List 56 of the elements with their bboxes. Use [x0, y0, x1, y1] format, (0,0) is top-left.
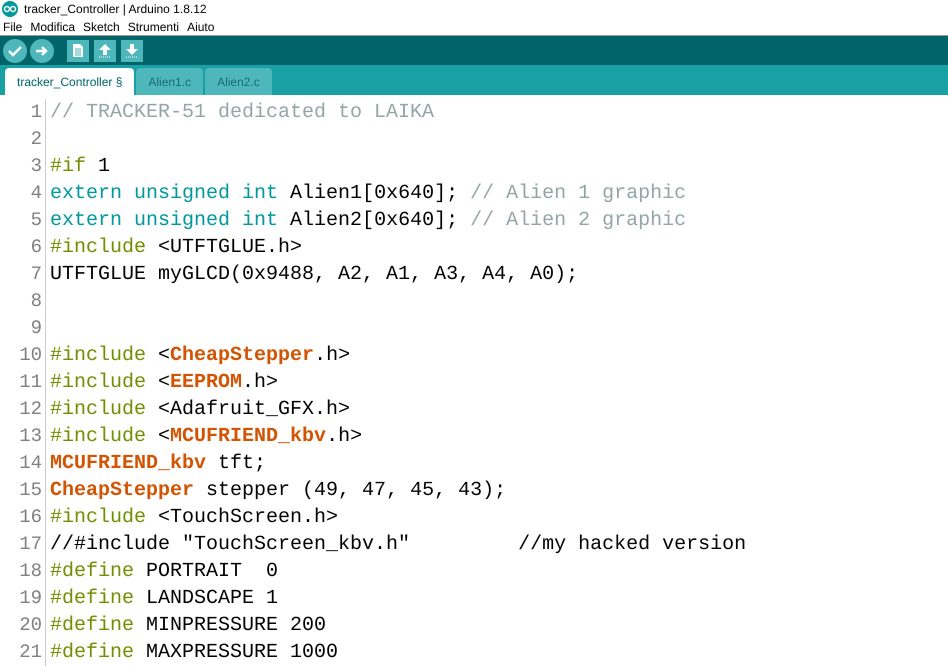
code-line: #include <CheapStepper.h>	[49, 344, 350, 367]
line-number: 5	[0, 207, 46, 234]
line-number: 7	[0, 261, 46, 288]
upload-button[interactable]	[30, 38, 54, 63]
new-button[interactable]	[67, 40, 89, 62]
line-number: 18	[0, 558, 46, 585]
menu-item[interactable]: Sketch	[83, 20, 120, 34]
menu-item[interactable]: Strumenti	[128, 20, 180, 34]
code-line: #include <Adafruit_GFX.h>	[49, 398, 350, 421]
download-arrow-icon	[125, 43, 139, 58]
document-icon	[72, 43, 84, 58]
line-number: 4	[0, 180, 46, 207]
open-button[interactable]	[94, 40, 116, 62]
upload-arrow-icon	[98, 43, 112, 58]
code-line: #define LANDSCAPE 1	[49, 587, 278, 610]
menu-item[interactable]: File	[3, 20, 22, 34]
code-line: #define MAXPRESSURE 1000	[49, 641, 338, 664]
window-title: tracker_Controller | Arduino 1.8.12	[24, 2, 207, 16]
line-number: 11	[0, 369, 46, 396]
file-tab[interactable]: tracker_Controller §	[5, 68, 134, 95]
line-number: 9	[0, 315, 46, 342]
line-number: 17	[0, 531, 46, 558]
arrow-right-icon	[35, 44, 49, 57]
code-line: //#include "TouchScreen_kbv.h" //my hacked version	[49, 533, 746, 556]
line-number: 1	[0, 99, 46, 126]
code-line: UTFTGLUE myGLCD(0x9488, A2, A1, A3, A4, A0);	[49, 263, 578, 286]
line-number: 13	[0, 423, 46, 450]
code-line: CheapStepper stepper (49, 47, 45, 43);	[49, 479, 506, 502]
line-number: 6	[0, 234, 46, 261]
code-line: #define PORTRAIT 0	[49, 560, 278, 583]
verify-button[interactable]	[3, 38, 27, 63]
line-number: 12	[0, 396, 46, 423]
code-line: #define MINPRESSURE 200	[49, 614, 326, 637]
code-line: #include <TouchScreen.h>	[49, 506, 338, 529]
line-number: 3	[0, 153, 46, 180]
code-line: MCUFRIEND_kbv tft;	[49, 452, 266, 475]
menu-item[interactable]: Modifica	[30, 20, 76, 34]
line-number: 16	[0, 504, 46, 531]
line-number: 15	[0, 477, 46, 504]
line-number: 14	[0, 450, 46, 477]
save-button[interactable]	[121, 40, 143, 62]
code-line: #if 1	[49, 155, 110, 178]
code-line: // TRACKER-51 dedicated to LAIKA	[49, 101, 434, 124]
line-number: 19	[0, 585, 46, 612]
check-icon	[8, 44, 22, 57]
code-line: extern unsigned int Alien1[0x640]; // Alien 1 graphic	[49, 182, 686, 205]
line-number: 2	[0, 126, 46, 153]
code-line: #include <UTFTGLUE.h>	[49, 236, 302, 259]
code-line: extern unsigned int Alien2[0x640]; // Alien 2 graphic	[49, 209, 686, 232]
code-line: #include <EEPROM.h>	[49, 371, 278, 394]
line-number: 10	[0, 342, 46, 369]
code-line: #include <MCUFRIEND_kbv.h>	[49, 425, 362, 448]
line-number: 20	[0, 612, 46, 639]
line-number: 21	[0, 639, 46, 666]
menu-item[interactable]: Aiuto	[187, 20, 214, 34]
line-number: 8	[0, 288, 46, 315]
